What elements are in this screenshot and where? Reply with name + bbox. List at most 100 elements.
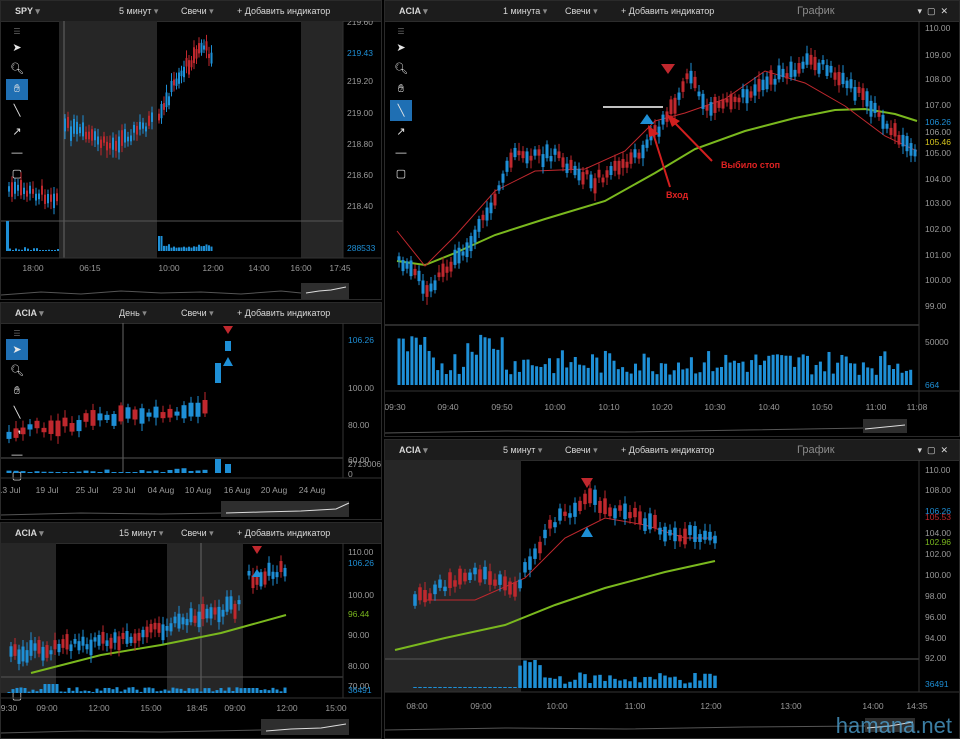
volume-axis-label: 288533 [347,243,376,253]
time-axis-label: 14:35 [906,701,928,711]
volume-bar [643,677,647,688]
candle [785,66,789,85]
candle [603,490,607,518]
candle [505,157,509,177]
volume-bar [203,245,205,251]
interval-selector[interactable]: 5 минут [503,445,542,456]
symbol-selector[interactable]: ACIA [15,308,44,319]
volume-bar [866,367,870,385]
chart-type-selector[interactable]: Свечи [181,6,214,17]
interval-selector[interactable]: 1 минута [503,6,547,17]
interval-selector[interactable]: 15 минут [119,528,163,539]
volume-bar [784,355,788,385]
price-axis-label: 218.40 [347,201,373,211]
volume-bar [247,688,251,693]
candle [55,413,61,444]
candle [160,405,166,423]
symbol-selector[interactable]: ACIA [399,6,428,17]
candle [897,131,901,148]
symbol-selector[interactable]: ACIA [15,528,44,539]
interval-selector[interactable]: 5 минут [119,6,158,17]
volume-bar [200,246,203,251]
price-axis-label: 105.46 [925,137,951,147]
volume-bar [556,358,560,385]
candle [805,45,809,68]
chart-type-selector[interactable]: Свечи [181,528,214,539]
symbol-selector[interactable]: SPY [15,6,40,17]
volume-bar [879,356,883,385]
candle [637,149,641,164]
chart-type-selector[interactable]: Свечи [565,445,598,456]
candle [885,120,889,134]
candle [457,241,461,269]
add-indicator-button[interactable]: + Добавить индикатор [621,6,714,16]
price-axis-label: 106.00 [925,127,951,137]
volume-bar [153,470,159,473]
volume-bar [123,689,127,693]
volume-axis-label: 50000 [925,337,949,347]
window-controls[interactable]: ▾▢✕ [917,6,953,17]
candle [193,40,195,70]
volume-bar [496,349,500,385]
volume-bar [513,687,517,688]
volume-bar [54,249,56,251]
symbol-selector[interactable]: ACIA [399,445,428,456]
candle [405,258,409,274]
volume-bar [401,338,405,385]
time-axis-label: 11:00 [625,701,646,711]
volume-bar [528,662,532,688]
volume-bar [43,684,47,693]
candle [697,84,701,100]
volume-bar [678,679,682,688]
candle [267,556,271,581]
volume-bar [563,683,567,688]
candle [569,155,573,174]
add-indicator-button[interactable]: + Добавить индикатор [237,528,330,538]
interval-selector[interactable]: День [119,308,147,319]
daily-chart-svg[interactable]: 106.26100.0080.0060.0027130060 13 Jul19 … [1,323,382,520]
volume-bar [608,675,612,688]
volume-bar [259,689,263,693]
candle [202,392,208,418]
sell-marker-icon [661,64,675,74]
volume-bar [135,689,139,693]
volume-bar [698,680,702,688]
volume-bar [210,246,213,251]
volume-bar [599,372,603,385]
m5-chart-svg[interactable]: 110.00108.00106.26105.53104.00102.96102.… [385,460,960,739]
volume-bar [503,687,507,688]
chart-type-selector[interactable]: Свечи [565,6,598,17]
candle [873,96,877,118]
m1-chart-svg[interactable]: 110.00109.00108.00107.00106.26106.00105.… [385,21,960,437]
volume-bar [171,687,175,693]
candle [683,521,687,549]
volume-bar [195,246,198,251]
candle [563,503,567,522]
window-controls[interactable]: ▾▢✕ [917,445,953,456]
volume-bar [225,464,231,473]
volume-bar [780,355,784,385]
chart-panel-daily: ACIA День Свечи + Добавить индикатор ☰ ➤… [0,302,382,520]
chart-type-selector[interactable]: Свечи [181,308,214,319]
add-indicator-button[interactable]: + Добавить индикатор [237,6,330,16]
candle [618,499,622,517]
add-indicator-button[interactable]: + Добавить индикатор [237,308,330,318]
add-indicator-button[interactable]: + Добавить индикатор [621,445,714,455]
candle [32,181,34,199]
candle [170,73,173,97]
price-axis-label: 108.00 [925,74,951,84]
candle [857,81,861,98]
volume-bar [814,364,818,385]
volume-bar [75,687,79,693]
price-axis-label: 100.00 [348,590,374,600]
volume-bar [51,250,53,251]
volume-bar [21,249,23,251]
sell-marker-icon [223,326,233,334]
spy-chart-svg[interactable]: 219.60 219.43 219.20 219.00 218.80 218.60 218.… [1,21,382,300]
volume-bar [198,244,200,251]
m15-chart-svg[interactable]: 110.00106.26100.0096.4490.0080.0070.0036… [1,543,382,739]
candle [125,403,131,423]
candle [889,120,893,139]
volume-bar [13,470,19,473]
volume-bar [621,367,625,385]
